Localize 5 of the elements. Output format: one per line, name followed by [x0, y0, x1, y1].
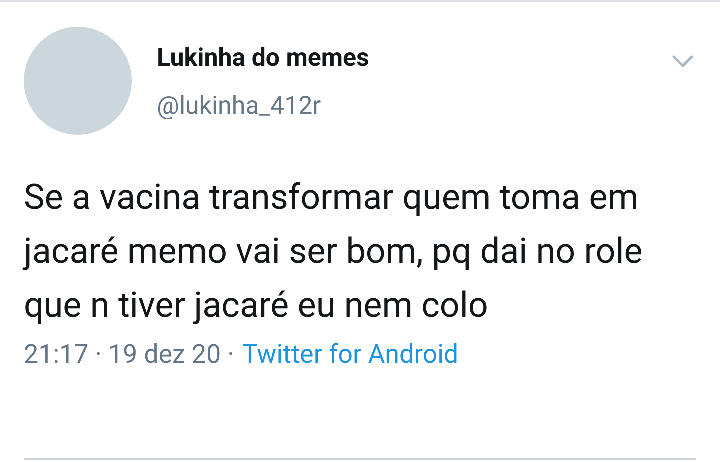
author-handle: @lukinha_412r [157, 91, 322, 123]
tweet-timestamp: 21:17 · 19 dez 20 · [24, 339, 234, 372]
tweet-text: Se a vacina transformar quem toma em jacaré memo vai ser bom, pq dai no role que n tiver jacaré eu nem colo [24, 176, 644, 328]
chevron-down-icon[interactable] [672, 55, 694, 68]
author-name[interactable]: Lukinha do memes [157, 41, 370, 77]
